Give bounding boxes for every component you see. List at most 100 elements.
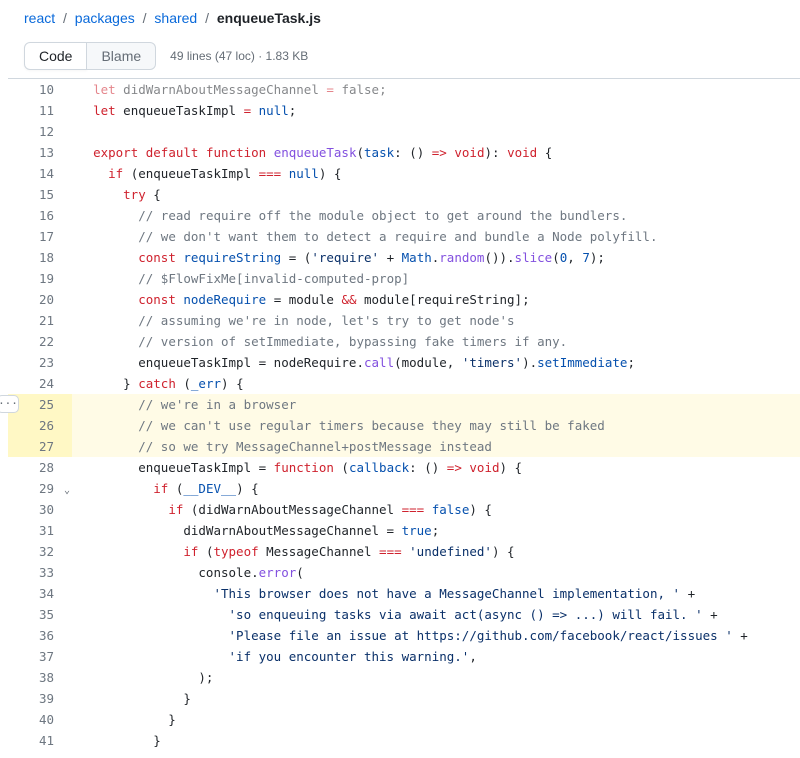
code-tab[interactable]: Code bbox=[24, 42, 87, 70]
code-content[interactable]: let didWarnAboutMessageChannel = false; bbox=[72, 79, 800, 100]
line-number[interactable]: 11 bbox=[8, 100, 72, 121]
code-line: 13 export default function enqueueTask(t… bbox=[8, 142, 800, 163]
line-number[interactable]: 29⌄ bbox=[8, 478, 72, 499]
code-content[interactable]: // we don't want them to detect a requir… bbox=[72, 226, 800, 247]
line-number[interactable]: 18 bbox=[8, 247, 72, 268]
code-content[interactable]: let enqueueTaskImpl = null; bbox=[72, 100, 800, 121]
breadcrumb-sep: / bbox=[201, 10, 213, 26]
breadcrumb-link[interactable]: react bbox=[24, 10, 55, 26]
code-content[interactable]: // version of setImmediate, bypassing fa… bbox=[72, 331, 800, 352]
code-content[interactable]: } bbox=[72, 709, 800, 730]
code-content[interactable]: } bbox=[72, 688, 800, 709]
code-content[interactable]: if (__DEV__) { bbox=[72, 478, 800, 499]
code-line: 19 // $FlowFixMe[invalid-computed-prop] bbox=[8, 268, 800, 289]
code-content[interactable] bbox=[72, 121, 800, 142]
line-number[interactable]: 40 bbox=[8, 709, 72, 730]
line-number[interactable]: 24 bbox=[8, 373, 72, 394]
code-content[interactable]: } catch (_err) { bbox=[72, 373, 800, 394]
more-actions-button[interactable]: ··· bbox=[0, 395, 19, 413]
line-number[interactable]: 14 bbox=[8, 163, 72, 184]
line-number[interactable]: 33 bbox=[8, 562, 72, 583]
code-line: 12 bbox=[8, 121, 800, 142]
line-number[interactable]: 22 bbox=[8, 331, 72, 352]
code-content[interactable]: 'This browser does not have a MessageCha… bbox=[72, 583, 800, 604]
code-content[interactable]: didWarnAboutMessageChannel = true; bbox=[72, 520, 800, 541]
code-content[interactable]: // read require off the module object to… bbox=[72, 205, 800, 226]
line-number[interactable]: 10 bbox=[8, 79, 72, 100]
code-content[interactable]: enqueueTaskImpl = function (callback: ()… bbox=[72, 457, 800, 478]
code-content[interactable]: 'if you encounter this warning.', bbox=[72, 646, 800, 667]
code-line: 33 console.error( bbox=[8, 562, 800, 583]
line-number[interactable]: 30 bbox=[8, 499, 72, 520]
line-number[interactable]: 27 bbox=[8, 436, 72, 457]
line-number[interactable]: 39 bbox=[8, 688, 72, 709]
collapse-icon[interactable]: ⌄ bbox=[64, 480, 70, 501]
code-content[interactable]: // $FlowFixMe[invalid-computed-prop] bbox=[72, 268, 800, 289]
code-content[interactable]: enqueueTaskImpl = nodeRequire.call(modul… bbox=[72, 352, 800, 373]
code-content[interactable]: // so we try MessageChannel+postMessage … bbox=[72, 436, 800, 457]
line-number[interactable]: 32 bbox=[8, 541, 72, 562]
code-content[interactable]: console.error( bbox=[72, 562, 800, 583]
breadcrumb-current: enqueueTask.js bbox=[217, 10, 321, 26]
line-number[interactable]: 15 bbox=[8, 184, 72, 205]
code-content[interactable]: // we're in a browser bbox=[72, 394, 800, 415]
line-number[interactable]: 19 bbox=[8, 268, 72, 289]
code-line: 26 // we can't use regular timers becaus… bbox=[8, 415, 800, 436]
line-number[interactable]: 12 bbox=[8, 121, 72, 142]
code-line: 14 if (enqueueTaskImpl === null) { bbox=[8, 163, 800, 184]
line-number[interactable]: 38 bbox=[8, 667, 72, 688]
code-content[interactable]: if (didWarnAboutMessageChannel === false… bbox=[72, 499, 800, 520]
code-content[interactable]: } bbox=[72, 730, 800, 751]
breadcrumb-link[interactable]: packages bbox=[75, 10, 135, 26]
code-line: 38 ); bbox=[8, 667, 800, 688]
code-line: 28 enqueueTaskImpl = function (callback:… bbox=[8, 457, 800, 478]
line-number[interactable]: 20 bbox=[8, 289, 72, 310]
line-number[interactable]: 21 bbox=[8, 310, 72, 331]
line-number[interactable]: 31 bbox=[8, 520, 72, 541]
code-line: 18 const requireString = ('require' + Ma… bbox=[8, 247, 800, 268]
code-content[interactable]: export default function enqueueTask(task… bbox=[72, 142, 800, 163]
code-content[interactable]: 'so enqueuing tasks via await act(async … bbox=[72, 604, 800, 625]
line-number[interactable]: 26 bbox=[8, 415, 72, 436]
code-line: 15 try { bbox=[8, 184, 800, 205]
line-number[interactable]: 34 bbox=[8, 583, 72, 604]
blame-tab[interactable]: Blame bbox=[87, 42, 156, 70]
breadcrumb-sep: / bbox=[59, 10, 71, 26]
line-number[interactable]: 28 bbox=[8, 457, 72, 478]
line-number[interactable]: 36 bbox=[8, 625, 72, 646]
code-line: 40 } bbox=[8, 709, 800, 730]
code-content[interactable]: // assuming we're in node, let's try to … bbox=[72, 310, 800, 331]
code-line: 29⌄ if (__DEV__) { bbox=[8, 478, 800, 499]
code-view: 10 let didWarnAboutMessageChannel = fals… bbox=[8, 79, 800, 751]
line-number[interactable]: 25··· bbox=[8, 394, 72, 415]
line-number[interactable]: 13 bbox=[8, 142, 72, 163]
code-content[interactable]: try { bbox=[72, 184, 800, 205]
code-content[interactable]: const nodeRequire = module && module[req… bbox=[72, 289, 800, 310]
line-number[interactable]: 35 bbox=[8, 604, 72, 625]
code-line: 22 // version of setImmediate, bypassing… bbox=[8, 331, 800, 352]
code-line: 41 } bbox=[8, 730, 800, 751]
code-content[interactable]: if (enqueueTaskImpl === null) { bbox=[72, 163, 800, 184]
breadcrumb-sep: / bbox=[139, 10, 151, 26]
view-toggle: Code Blame bbox=[24, 42, 156, 70]
file-toolbar: Code Blame 49 lines (47 loc) · 1.83 KB bbox=[8, 34, 800, 79]
code-line: 20 const nodeRequire = module && module[… bbox=[8, 289, 800, 310]
code-line: 11 let enqueueTaskImpl = null; bbox=[8, 100, 800, 121]
line-number[interactable]: 23 bbox=[8, 352, 72, 373]
code-content[interactable]: if (typeof MessageChannel === 'undefined… bbox=[72, 541, 800, 562]
code-content[interactable]: ); bbox=[72, 667, 800, 688]
code-line: 16 // read require off the module object… bbox=[8, 205, 800, 226]
code-content[interactable]: // we can't use regular timers because t… bbox=[72, 415, 800, 436]
code-line: 10 let didWarnAboutMessageChannel = fals… bbox=[8, 79, 800, 100]
code-line: 37 'if you encounter this warning.', bbox=[8, 646, 800, 667]
code-content[interactable]: 'Please file an issue at https://github.… bbox=[72, 625, 800, 646]
line-number[interactable]: 17 bbox=[8, 226, 72, 247]
line-number[interactable]: 16 bbox=[8, 205, 72, 226]
line-number[interactable]: 41 bbox=[8, 730, 72, 751]
code-line: 27 // so we try MessageChannel+postMessa… bbox=[8, 436, 800, 457]
breadcrumb-link[interactable]: shared bbox=[154, 10, 197, 26]
code-line: 35 'so enqueuing tasks via await act(asy… bbox=[8, 604, 800, 625]
line-number[interactable]: 37 bbox=[8, 646, 72, 667]
code-line: 23 enqueueTaskImpl = nodeRequire.call(mo… bbox=[8, 352, 800, 373]
code-content[interactable]: const requireString = ('require' + Math.… bbox=[72, 247, 800, 268]
